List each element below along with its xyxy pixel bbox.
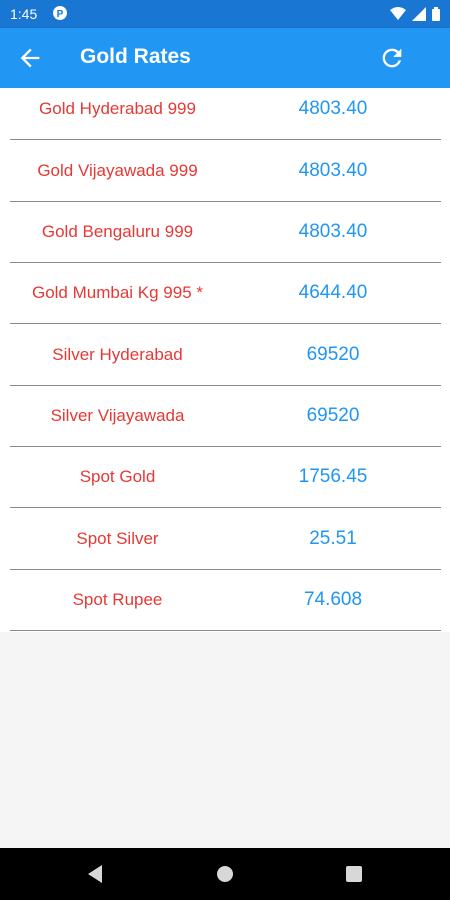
nav-back-icon[interactable] bbox=[84, 862, 108, 886]
rate-name: Gold Vijayawada 999 bbox=[37, 160, 198, 180]
system-icons bbox=[390, 6, 440, 22]
rate-value: 74.608 bbox=[303, 588, 363, 610]
rate-row: Gold Hyderabad 999 4803.40 bbox=[10, 78, 441, 140]
rate-value: 69520 bbox=[306, 404, 360, 426]
system-nav-bar bbox=[0, 848, 450, 900]
rate-name: Spot Silver bbox=[76, 528, 159, 548]
nav-home-icon[interactable] bbox=[213, 862, 237, 886]
rate-value: 4644.40 bbox=[298, 281, 368, 303]
rate-value: 4803.40 bbox=[298, 220, 368, 242]
rate-row: Spot Silver 25.51 bbox=[10, 508, 441, 570]
rate-row: Spot Rupee 74.608 bbox=[10, 569, 441, 631]
rate-name: Silver Vijayawada bbox=[50, 405, 185, 425]
refresh-icon[interactable] bbox=[378, 44, 406, 72]
rate-row: Gold Bengaluru 999 4803.40 bbox=[10, 201, 441, 263]
rate-row: Spot Gold 1756.45 bbox=[10, 446, 441, 508]
wifi-icon bbox=[390, 7, 406, 20]
status-time: 1:45 bbox=[10, 6, 38, 22]
app-notification-icon: P bbox=[53, 6, 67, 20]
rate-row: Silver Vijayawada 69520 bbox=[10, 385, 441, 447]
rate-row: Gold Vijayawada 999 4803.40 bbox=[10, 140, 441, 202]
page-title: Gold Rates bbox=[80, 45, 191, 68]
rate-value: 4803.40 bbox=[298, 97, 368, 119]
rate-row: Gold Mumbai Kg 995 * 4644.40 bbox=[10, 262, 441, 324]
rate-value: 4803.40 bbox=[298, 159, 368, 181]
battery-icon bbox=[432, 7, 440, 21]
back-arrow-icon[interactable] bbox=[16, 44, 44, 72]
nav-recents-icon[interactable] bbox=[342, 862, 366, 886]
rate-name: Gold Hyderabad 999 bbox=[39, 98, 196, 118]
rate-value: 69520 bbox=[306, 343, 360, 365]
status-bar: 1:45 P bbox=[0, 0, 450, 28]
rate-name: Spot Rupee bbox=[72, 589, 163, 609]
rate-name: Silver Hyderabad bbox=[52, 344, 183, 364]
rate-name: Spot Gold bbox=[79, 466, 156, 486]
rates-list: Gold Hyderabad 999 4803.40 Gold Vijayawa… bbox=[0, 88, 450, 632]
rate-name: Gold Mumbai Kg 995 * bbox=[31, 282, 204, 302]
rate-row: Silver Hyderabad 69520 bbox=[10, 324, 441, 386]
signal-icon bbox=[412, 7, 426, 21]
svg-text:P: P bbox=[57, 9, 64, 20]
rate-name: Gold Bengaluru 999 bbox=[41, 221, 194, 241]
rate-value: 1756.45 bbox=[298, 465, 368, 487]
rate-value: 25.51 bbox=[309, 527, 357, 549]
